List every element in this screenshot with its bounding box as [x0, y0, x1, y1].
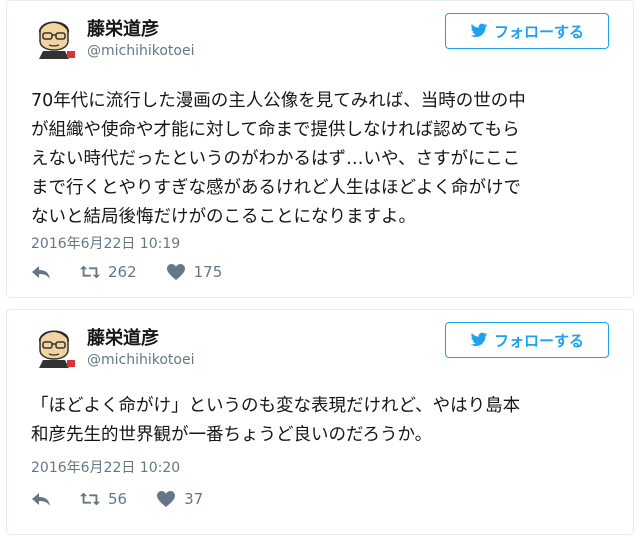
tweet-text: 「ほどよく命がけ」というのも変な表現だけれど、やはり島本 和彦先生的世界観が一番…: [31, 392, 621, 450]
reply-icon: [32, 493, 50, 506]
follow-button[interactable]: フォローする: [445, 322, 609, 358]
like-count: 175: [193, 263, 223, 281]
tweet-actions: 262 175: [31, 263, 250, 281]
reply-button[interactable]: [31, 491, 51, 507]
retweet-button[interactable]: 262: [79, 263, 137, 281]
avatar[interactable]: [31, 322, 77, 368]
tweet-text-line: が組織や使命や才能に対して命まで提供しなければ認めてもら: [31, 120, 520, 140]
avatar[interactable]: [31, 13, 77, 59]
tweet-text-line: まで行くとやりすぎな感があるけれど人生はほどよく命がけで: [31, 178, 521, 198]
tweet-text-line: 70年代に流行した漫画の主人公像を見てみれば、当時の世の中: [31, 91, 526, 111]
retweet-button[interactable]: 56: [79, 490, 127, 508]
follow-label: フォローする: [493, 22, 584, 41]
author-name[interactable]: 藤栄道彦: [87, 15, 159, 41]
tweet-text-line: ないと結局後悔だけがのこることになりますよ。: [31, 207, 416, 227]
follow-label: フォローする: [493, 331, 584, 350]
author-handle[interactable]: @michihikotoei: [87, 352, 194, 368]
retweet-count: 56: [108, 490, 128, 508]
like-button[interactable]: 37: [155, 490, 203, 508]
retweet-icon: [79, 265, 101, 279]
timestamp[interactable]: 2016年6月22日 10:20: [31, 457, 180, 477]
like-count: 37: [184, 490, 204, 508]
tweet-text-line: 和彦先生的世界観が一番ちょうど良いのだろうか。: [31, 425, 433, 445]
retweet-count: 262: [108, 263, 137, 281]
timestamp[interactable]: 2016年6月22日 10:19: [31, 233, 180, 253]
tweet-text-line: 「ほどよく命がけ」というのも変な表現だけれど、やはり島本: [31, 396, 521, 416]
heart-icon: [166, 264, 185, 280]
author-handle[interactable]: @michihikotoei: [87, 43, 194, 59]
like-button[interactable]: 175: [165, 263, 223, 281]
heart-icon: [157, 491, 176, 507]
reply-icon: [32, 266, 50, 279]
twitter-bird-icon: [470, 23, 488, 37]
tweet-text: 70年代に流行した漫画の主人公像を見てみれば、当時の世の中 が組織や使命や才能に…: [31, 87, 621, 232]
tweet-card: 藤栄道彦 @michihikotoei フォローする 70年代に流行した漫画の主…: [6, 0, 634, 298]
tweet-actions: 56 37: [31, 490, 231, 508]
twitter-bird-icon: [470, 332, 488, 346]
tweet-text-line: えない時代だったというのがわかるはず…いや、さすがにここ: [31, 149, 521, 169]
follow-button[interactable]: フォローする: [445, 13, 609, 49]
tweet-card: 藤栄道彦 @michihikotoei フォローする 「ほどよく命がけ」というの…: [6, 309, 634, 535]
retweet-icon: [79, 492, 101, 506]
reply-button[interactable]: [31, 264, 51, 280]
author-name[interactable]: 藤栄道彦: [87, 324, 159, 350]
